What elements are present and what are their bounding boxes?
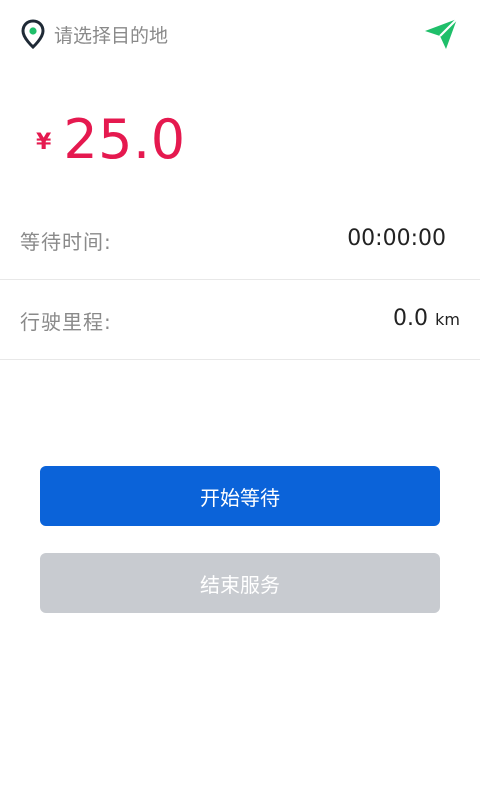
- wait-time-label: 等待时间:: [20, 230, 112, 254]
- fare-amount: 25.0: [63, 107, 186, 171]
- top-bar: 请选择目的地: [0, 0, 480, 68]
- location-pin-icon: [21, 19, 45, 49]
- distance-value: 0.0: [393, 306, 428, 331]
- distance-unit: km: [435, 310, 460, 329]
- paper-plane-icon[interactable]: [422, 17, 460, 51]
- end-service-button[interactable]: 结束服务: [40, 553, 440, 613]
- fare-display: ¥ 25.0: [36, 107, 186, 171]
- start-wait-button[interactable]: 开始等待: [40, 466, 440, 526]
- wait-time-row: 等待时间: 00:00:00: [0, 200, 480, 280]
- destination-selector[interactable]: 请选择目的地: [20, 17, 168, 51]
- taxi-meter-screen: 请选择目的地 ¥ 25.0 等待时间: 00:00:00 行驶里程: 0.0 k…: [0, 0, 480, 800]
- currency-symbol: ¥: [36, 129, 52, 155]
- wait-time-value: 00:00:00: [347, 226, 446, 251]
- destination-placeholder: 请选择目的地: [54, 24, 169, 47]
- distance-label: 行驶里程:: [20, 310, 112, 334]
- distance-row: 行驶里程: 0.0 km: [0, 280, 480, 360]
